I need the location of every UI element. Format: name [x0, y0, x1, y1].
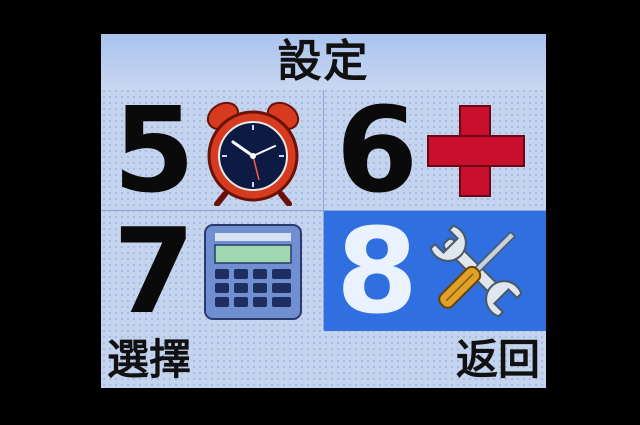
menu-item-settings[interactable]: 8 — [324, 211, 546, 331]
softkey-bar: 選擇 返回 — [101, 330, 546, 388]
tools-icon — [429, 224, 523, 318]
menu-grid: 5 6 7 8 — [101, 90, 546, 331]
grid-divider-horizontal — [101, 210, 546, 211]
back-softkey[interactable]: 返回 — [456, 334, 540, 386]
menu-item-number: 7 — [113, 202, 196, 340]
menu-item-number: 5 — [113, 81, 196, 219]
select-softkey[interactable]: 選擇 — [107, 334, 191, 386]
menu-item-number: 8 — [336, 202, 419, 340]
calculator-icon — [204, 224, 302, 320]
menu-item-health[interactable]: 6 — [324, 90, 546, 210]
menu-item-calculator[interactable]: 7 — [101, 211, 323, 331]
phone-screen: 設定 5 6 7 8 選擇 返回 — [101, 34, 546, 388]
red-cross-icon — [427, 105, 525, 197]
alarm-clock-icon — [206, 101, 300, 206]
menu-item-number: 6 — [336, 81, 419, 219]
menu-item-alarm[interactable]: 5 — [101, 90, 323, 210]
